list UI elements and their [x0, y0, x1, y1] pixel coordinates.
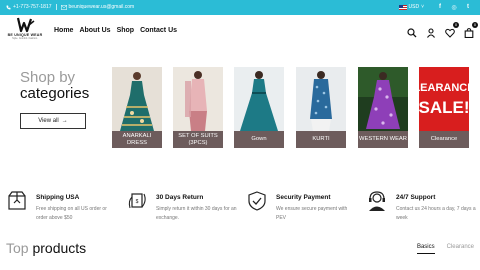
search-button[interactable] — [407, 25, 417, 38]
phone-link[interactable]: +1-773-757-1817 — [6, 4, 52, 10]
category-card-gown[interactable]: Gown — [234, 67, 284, 148]
shopping-bag-icon — [464, 28, 474, 39]
divider — [55, 4, 57, 10]
main-nav: Home About Us Shop Contact Us — [54, 27, 177, 34]
top-products-tabs: Basics Clearance — [416, 244, 474, 254]
western-wear-image — [358, 67, 408, 131]
top-products-word2: products — [28, 240, 87, 256]
top-products-word1: Top — [6, 240, 29, 256]
category-card-anarkali[interactable]: ANARKALI DRESS — [112, 67, 162, 148]
twitter-icon[interactable]: t — [464, 3, 472, 11]
search-icon — [407, 28, 417, 38]
nav-contact-us[interactable]: Contact Us — [140, 27, 177, 34]
account-button[interactable] — [426, 25, 436, 38]
return-icon: $ — [128, 193, 146, 209]
clearance-banner-line2: SALE! — [419, 98, 469, 117]
anarkali-dress-image — [112, 67, 162, 131]
user-icon — [427, 28, 435, 38]
currency-label: USD — [408, 4, 420, 10]
feature-title: Security Payment — [276, 194, 331, 201]
kurti-image — [296, 67, 346, 131]
shield-icon — [248, 191, 266, 211]
feature-title: Shipping USA — [36, 194, 80, 201]
feature-desc: Contact us 24 hours a day, 7 days a week — [396, 206, 476, 221]
category-label: ANARKALI DRESS — [112, 131, 162, 148]
category-card-clearance[interactable]: LEARANCE SALE! Clearance — [419, 67, 469, 148]
shop-by-heading: Shop by categories — [20, 70, 89, 102]
feature-desc: We ensure secure payment with PEV — [276, 206, 348, 221]
feature-title: 30 Days Return — [156, 194, 204, 201]
cart-count-badge: 0 — [472, 22, 478, 28]
wishlist-count-badge: 0 — [453, 22, 459, 28]
top-products-heading: Top products — [6, 240, 86, 256]
nav-about-us[interactable]: About Us — [79, 27, 110, 34]
category-label: SET OF SUITS (3PCS) — [173, 131, 223, 148]
category-label: WESTERN WEAR — [358, 131, 408, 148]
category-label: Gown — [234, 131, 284, 148]
chevron-down-icon: ˅ — [421, 4, 424, 10]
feature-desc: Simply return it within 30 days for an e… — [156, 206, 237, 221]
phone-number: +1-773-757-1817 — [13, 4, 52, 10]
feature-desc: Free shipping on all US order or order a… — [36, 206, 107, 221]
mail-icon — [60, 4, 67, 10]
nav-home[interactable]: Home — [54, 27, 73, 34]
box-icon — [8, 191, 26, 210]
heart-icon — [445, 28, 455, 38]
logo[interactable]: BE UNIQUE WEAR Style. Comfort. Fashion. — [6, 17, 44, 45]
phone-icon — [6, 5, 11, 9]
features-strip: Shipping USA Free shipping on all US ord… — [0, 188, 480, 228]
email-link[interactable]: beuniquewear.us@gmail.com — [60, 4, 135, 10]
email-address: beuniquewear.us@gmail.com — [68, 4, 135, 10]
category-card-kurti[interactable]: KURTI — [296, 67, 346, 148]
top-bar: +1-773-757-1817 beuniquewear.us@gmail.co… — [0, 0, 480, 15]
view-all-button[interactable]: View all → — [20, 113, 86, 129]
category-card-western-wear[interactable]: WESTERN WEAR — [358, 67, 408, 148]
headset-icon — [369, 191, 385, 211]
clearance-banner-line1: LEARANCE — [419, 82, 469, 94]
shop-by-line2: categories — [20, 85, 90, 102]
header-actions: 0 0 — [407, 22, 478, 39]
gown-image — [234, 67, 284, 131]
us-flag-icon — [398, 4, 407, 10]
category-label: Clearance — [419, 131, 469, 148]
cart-button[interactable]: 0 — [464, 22, 478, 39]
currency-selector[interactable]: USD ˅ — [398, 4, 424, 10]
contact-info: +1-773-757-1817 beuniquewear.us@gmail.co… — [6, 4, 134, 10]
logo-tagline: Style. Comfort. Fashion. — [12, 37, 38, 40]
wishlist-button[interactable]: 0 — [445, 22, 459, 38]
nav-shop[interactable]: Shop — [117, 27, 135, 34]
category-label: KURTI — [296, 131, 346, 148]
facebook-icon[interactable]: f — [436, 3, 444, 11]
clearance-sale-image: LEARANCE SALE! — [419, 67, 469, 131]
tab-basics[interactable]: Basics — [416, 244, 435, 254]
feature-title: 24/7 Support — [396, 194, 436, 201]
view-all-label: View all — [38, 118, 59, 124]
tab-clearance[interactable]: Clearance — [447, 244, 474, 254]
arrow-right-icon: → — [61, 118, 68, 124]
set-of-suits-image — [173, 67, 223, 131]
topbar-right: USD ˅ f ◎ t — [398, 3, 472, 11]
shop-by-line1: Shop by — [20, 69, 76, 86]
instagram-icon[interactable]: ◎ — [450, 3, 458, 11]
svg-text:$: $ — [136, 199, 139, 205]
logo-mark-icon — [16, 17, 35, 33]
category-card-set-of-suits[interactable]: SET OF SUITS (3PCS) — [173, 67, 223, 148]
site-header: BE UNIQUE WEAR Style. Comfort. Fashion. … — [0, 15, 480, 47]
